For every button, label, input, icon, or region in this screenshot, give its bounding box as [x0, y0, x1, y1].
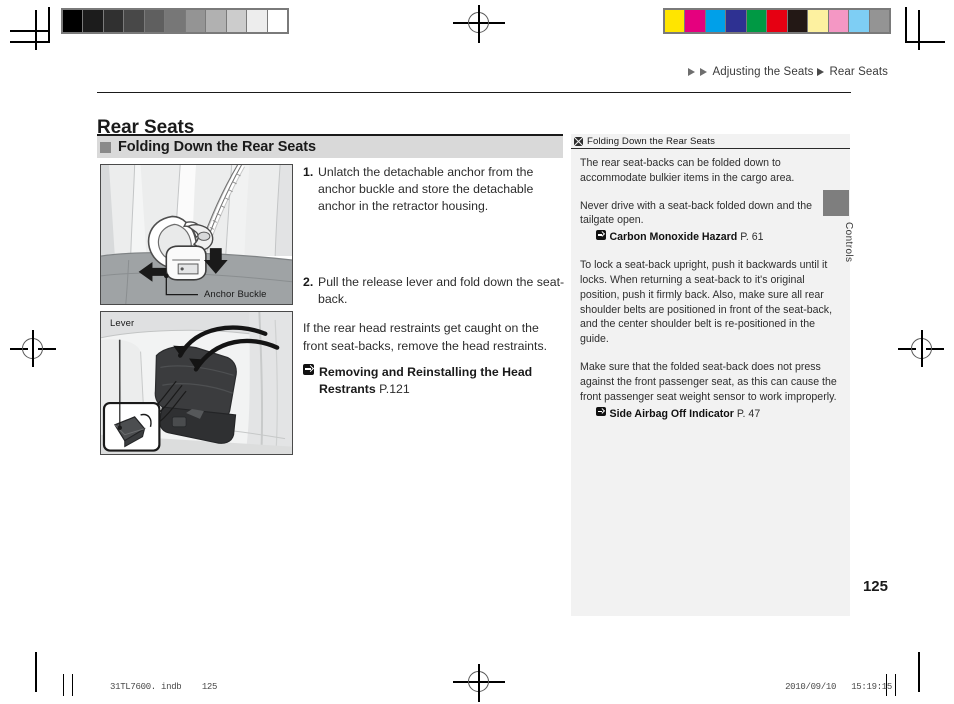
color-swatch-1 — [684, 10, 705, 32]
print-footer-right: 2010/09/10 15:19:15 — [785, 682, 892, 692]
chapter-tab-marker — [823, 190, 849, 216]
crop-mark-top-center-vertical — [478, 5, 480, 43]
crop-mark-inner-right-vertical — [905, 7, 907, 41]
figure-cargo-area-release-lever: Lever — [100, 311, 293, 455]
color-calibration-bar — [663, 8, 891, 34]
info-panel-body: The rear seat-backs can be folded down t… — [571, 149, 850, 421]
breadcrumb-arrow-icon-1 — [688, 68, 696, 76]
cross-reference-carbon-monoxide-hazard[interactable]: Carbon Monoxide Hazard P. 61 — [580, 230, 840, 245]
step-2: 2. Pull the release lever and fold down … — [303, 274, 565, 308]
step-1: 1. Unlatch the detachable anchor from th… — [303, 164, 565, 216]
jump-to-page-icon — [596, 406, 606, 417]
print-footer-page: 125 — [201, 682, 218, 692]
cross-reference-head-restraints[interactable]: Removing and Reinstalling the Head Restr… — [303, 363, 565, 398]
section-header-label: Folding Down the Rear Seats — [118, 139, 316, 155]
breadcrumb-arrow-icon-2 — [700, 68, 708, 76]
figure-caption-lever: Lever — [110, 318, 135, 329]
color-swatch-8 — [827, 10, 849, 32]
grayscale-calibration-bar — [61, 8, 289, 34]
print-footer-date: 2010/09/10 — [785, 682, 837, 692]
head-restraint-note: If the rear head restraints get caught o… — [303, 321, 548, 353]
breadcrumb: Adjusting the Seats Rear Seats — [688, 66, 888, 78]
info-panel-header-label: Folding Down the Rear Seats — [587, 135, 716, 147]
info-panel: Folding Down the Rear Seats The rear sea… — [571, 134, 850, 616]
color-swatch-0 — [665, 10, 685, 32]
section-header: Folding Down the Rear Seats — [97, 136, 563, 158]
info-note-icon — [574, 136, 583, 146]
trim-line-left2 — [72, 674, 73, 696]
step-1-number: 1. — [303, 165, 314, 179]
step-1-text: Unlatch the detachable anchor from the a… — [318, 165, 534, 214]
grayscale-swatch-9 — [246, 10, 267, 32]
grayscale-swatch-2 — [102, 10, 124, 32]
jump-to-page-icon — [596, 230, 606, 240]
instruction-steps: 1. Unlatch the detachable anchor from th… — [303, 164, 565, 398]
chapter-tab-label: Controls — [843, 222, 854, 263]
anchor-buckle-illustration — [101, 165, 292, 304]
trim-line-left — [63, 674, 64, 696]
figure-rear-seat-anchor-buckle: Anchor Buckle — [100, 164, 293, 305]
info-paragraph-3: To lock a seat-back upright, push it bac… — [580, 259, 833, 346]
grayscale-swatch-6 — [184, 10, 206, 32]
cross-reference-title: Removing and Reinstalling the Head Restr… — [319, 364, 533, 396]
color-swatch-6 — [786, 10, 808, 32]
color-swatch-3 — [725, 10, 746, 32]
info-xref-title-2: Side Airbag Off Indicator — [609, 407, 734, 420]
color-swatch-9 — [848, 10, 869, 32]
grayscale-swatch-7 — [205, 10, 226, 32]
breadcrumb-item-rear-seats[interactable]: Rear Seats — [829, 66, 888, 78]
figure-caption-anchor-buckle: Anchor Buckle — [204, 289, 267, 300]
info-xref-title-1: Carbon Monoxide Hazard — [609, 231, 738, 244]
section-bullet-icon — [100, 141, 111, 153]
cross-reference-side-airbag-off-indicator[interactable]: Side Airbag Off Indicator P. 47 — [580, 406, 840, 422]
crop-mark-bottom-right-vertical — [918, 652, 920, 692]
crop-mark-bottom-left-vertical — [35, 652, 37, 692]
grayscale-swatch-3 — [123, 10, 144, 32]
crop-mark-inner-left-horizontal — [10, 30, 49, 32]
crop-mark-top-right-vertical — [918, 10, 920, 50]
step-2-text: Pull the release lever and fold down the… — [318, 274, 565, 306]
info-panel-header: Folding Down the Rear Seats — [571, 134, 850, 149]
crop-mark-bottom-center-vertical — [478, 664, 480, 702]
info-paragraph-1: The rear seat-backs can be folded down t… — [580, 157, 795, 184]
breadcrumb-item-adjusting-the-seats[interactable]: Adjusting the Seats — [712, 66, 813, 78]
step-2-number: 2. — [303, 274, 314, 289]
print-footer-filename: 31TL7600. indb — [110, 682, 182, 692]
info-paragraph-4: Make sure that the folded seat-back does… — [580, 361, 837, 403]
grayscale-swatch-0 — [63, 10, 83, 32]
grayscale-swatch-1 — [82, 10, 103, 32]
crop-mark-left-mid-vertical — [32, 330, 34, 367]
color-swatch-7 — [807, 10, 828, 32]
trim-line-right2 — [895, 674, 896, 696]
color-swatch-4 — [745, 10, 767, 32]
grayscale-swatch-5 — [164, 10, 185, 32]
crop-mark-top-left-horizontal — [10, 41, 50, 43]
color-swatch-10 — [868, 10, 889, 32]
page-number: 125 — [862, 578, 888, 595]
info-xref-page-1: P. 61 — [740, 231, 764, 244]
cross-reference-page: P.121 — [379, 381, 410, 396]
print-footer-left: 31TL7600. indb 125 — [110, 682, 217, 692]
grayscale-swatch-4 — [143, 10, 165, 32]
info-xref-page-2: P. 47 — [736, 407, 761, 420]
color-swatch-5 — [766, 10, 787, 32]
grayscale-swatch-8 — [225, 10, 247, 32]
crop-mark-inner-left-vertical — [48, 7, 50, 41]
crop-mark-top-right-horizontal — [905, 41, 945, 43]
release-lever-illustration — [101, 312, 292, 454]
grayscale-swatch-10 — [266, 10, 287, 32]
header-divider — [97, 92, 851, 93]
breadcrumb-arrow-icon-3 — [817, 68, 825, 76]
print-footer-time: 15:19:15 — [851, 682, 892, 692]
crop-mark-right-mid-vertical — [921, 330, 923, 367]
info-paragraph-2: Never drive with a seat-back folded down… — [580, 199, 813, 227]
manual-page: Adjusting the Seats Rear Seats Rear Seat… — [60, 44, 888, 654]
color-swatch-2 — [704, 10, 726, 32]
jump-to-page-icon — [303, 363, 314, 375]
